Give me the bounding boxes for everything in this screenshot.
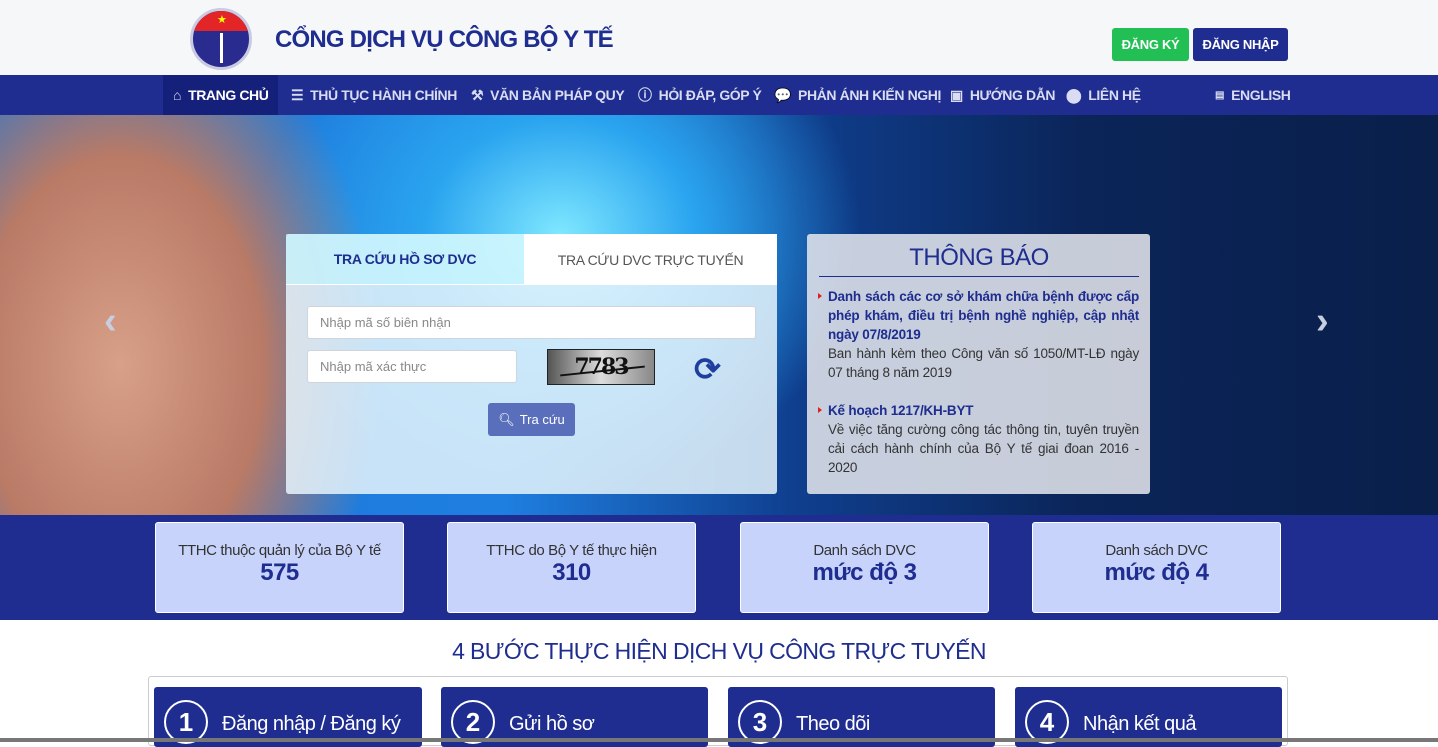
divider	[819, 276, 1139, 277]
nav-label: TRANG CHỦ	[188, 87, 269, 103]
stat-value: mức độ 3	[812, 559, 917, 586]
captcha-input[interactable]: Nhập mã xác thực	[307, 350, 517, 383]
header: ★ CỔNG DỊCH VỤ CÔNG BỘ Y TẾ ĐĂNG KÝ ĐĂNG…	[0, 0, 1438, 75]
id-card-icon: ▣	[950, 86, 963, 103]
ministry-logo[interactable]: ★	[190, 8, 252, 70]
map-pin-icon: ⬤	[1066, 86, 1082, 103]
step-label: Theo dõi	[796, 712, 870, 735]
receipt-number-input[interactable]: Nhập mã số biên nhận	[307, 306, 756, 339]
nav-home[interactable]: ⌂ TRANG CHỦ	[163, 75, 279, 115]
nav-label: HƯỚNG DẪN	[969, 87, 1056, 103]
tab-lookup-dossier[interactable]: TRA CỨU HỒ SƠ DVC	[286, 234, 524, 285]
notice-panel: THÔNG BÁO Danh sách các cơ sở khám chữa …	[807, 234, 1150, 494]
nav-label: HỎI ĐÁP, GÓP Ý	[658, 87, 762, 103]
gavel-icon: ⚒	[471, 86, 484, 103]
tab-lookup-online-service[interactable]: TRA CỨU DVC TRỰC TUYẾN	[524, 234, 777, 285]
notice-item-desc: Về việc tăng cường công tác thông tin, t…	[828, 422, 1139, 475]
stat-label: Danh sách DVC	[813, 542, 916, 559]
nav-legal-docs[interactable]: ⚒ VĂN BẢN PHÁP QUY	[471, 75, 625, 115]
carousel-prev-icon[interactable]: ‹	[104, 300, 117, 343]
nav-feedback[interactable]: 💬 PHẢN ÁNH KIẾN NGHỊ	[774, 75, 941, 115]
stat-card[interactable]: Danh sách DVC mức độ 4	[1032, 522, 1281, 613]
carousel-next-icon[interactable]: ›	[1316, 300, 1329, 343]
captcha-image: 7783	[547, 349, 655, 385]
stat-value: mức độ 4	[1104, 559, 1209, 586]
search-button-label: Tra cứu	[519, 412, 565, 427]
notice-item-desc: Ban hành kèm theo Công văn số 1050/MT-LĐ…	[828, 346, 1139, 380]
step-label: Đăng nhập / Đăng ký	[222, 712, 401, 735]
step-label: Nhận kết quả	[1083, 712, 1196, 735]
question-icon: ⓘ	[638, 87, 652, 103]
nav-guide[interactable]: ▣ HƯỚNG DẪN	[950, 75, 1056, 115]
stats-band: TTHC thuộc quản lý của Bộ Y tế 575 TTHC d…	[0, 515, 1438, 620]
nav-english[interactable]: ▤ ENGLISH	[1215, 75, 1291, 115]
step-label: Gửi hồ sơ	[509, 712, 595, 735]
stat-label: Danh sách DVC	[1105, 542, 1208, 559]
stat-card[interactable]: TTHC thuộc quản lý của Bộ Y tế 575	[155, 522, 404, 613]
notice-item-title[interactable]: Kế hoạch 1217/KH-BYT	[818, 401, 1139, 420]
nav-label: THỦ TỤC HÀNH CHÍNH	[310, 87, 457, 103]
search-button[interactable]: 🔍︎ Tra cứu	[488, 403, 575, 436]
nav-label: PHẢN ÁNH KIẾN NGHỊ	[798, 87, 941, 103]
register-button[interactable]: ĐĂNG KÝ	[1112, 28, 1189, 61]
notice-item: Kế hoạch 1217/KH-BYT Về việc tăng cường …	[818, 401, 1139, 477]
language-icon: ▤	[1215, 89, 1225, 101]
nav-label: VĂN BẢN PHÁP QUY	[490, 87, 625, 103]
nav-procedures[interactable]: ☰ THỦ TỤC HÀNH CHÍNH	[291, 75, 457, 115]
stat-value: 575	[260, 559, 299, 586]
home-icon: ⌂	[173, 87, 182, 103]
nav-faq[interactable]: ⓘ HỎI ĐÁP, GÓP Ý	[638, 75, 762, 115]
nav-label: ENGLISH	[1231, 87, 1291, 103]
stat-card[interactable]: TTHC do Bộ Y tế thực hiện 310	[447, 522, 696, 613]
site-title[interactable]: CỔNG DỊCH VỤ CÔNG BỘ Y TẾ	[275, 26, 614, 54]
notice-title: THÔNG BÁO	[909, 244, 1049, 271]
stat-value: 310	[552, 559, 591, 586]
stat-label: TTHC do Bộ Y tế thực hiện	[486, 542, 657, 559]
notice-item-title[interactable]: Danh sách các cơ sở khám chữa bệnh được …	[818, 287, 1139, 344]
horizontal-scrollbar[interactable]	[0, 738, 1438, 742]
nav-contact[interactable]: ⬤ LIÊN HỆ	[1066, 75, 1141, 115]
stat-label: TTHC thuộc quản lý của Bộ Y tế	[178, 542, 381, 559]
nav-label: LIÊN HỆ	[1088, 87, 1141, 103]
stat-card[interactable]: Danh sách DVC mức độ 3	[740, 522, 989, 613]
login-button[interactable]: ĐĂNG NHẬP	[1193, 28, 1288, 61]
search-icon: 🔍︎	[498, 411, 515, 427]
refresh-captcha-icon[interactable]: ⟳	[694, 350, 721, 388]
steps-title: 4 BƯỚC THỰC HIỆN DỊCH VỤ CÔNG TRỰC TUYẾN	[452, 638, 986, 664]
chat-icon: 💬	[774, 86, 792, 103]
main-nav: ⌂ TRANG CHỦ ☰ THỦ TỤC HÀNH CHÍNH ⚒ VĂN BẢN …	[0, 75, 1438, 115]
notice-item: Danh sách các cơ sở khám chữa bệnh được …	[818, 287, 1139, 382]
list-icon: ☰	[291, 86, 304, 103]
